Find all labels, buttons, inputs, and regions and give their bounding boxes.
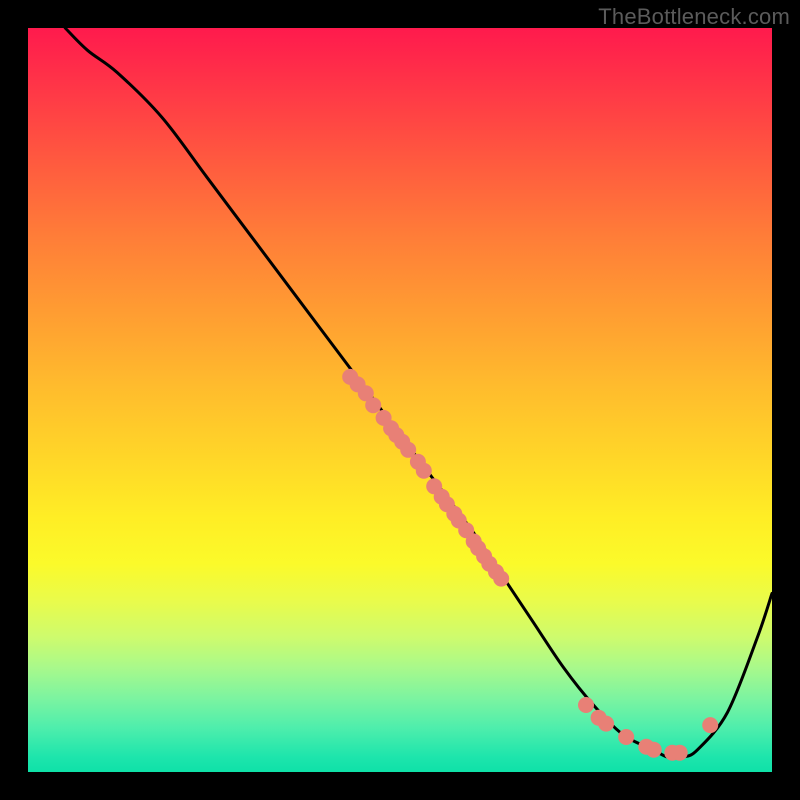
watermark-text: TheBottleneck.com <box>598 4 790 30</box>
scatter-point <box>618 729 634 745</box>
scatter-point <box>702 717 718 733</box>
scatter-point <box>598 716 614 732</box>
scatter-points-group <box>342 369 718 761</box>
chart-frame <box>28 28 772 772</box>
scatter-point <box>646 742 662 758</box>
scatter-point <box>416 463 432 479</box>
scatter-point <box>365 397 381 413</box>
scatter-point <box>672 745 688 761</box>
scatter-point <box>493 571 509 587</box>
bottleneck-curve <box>65 28 772 758</box>
chart-svg <box>28 28 772 772</box>
scatter-point <box>578 697 594 713</box>
